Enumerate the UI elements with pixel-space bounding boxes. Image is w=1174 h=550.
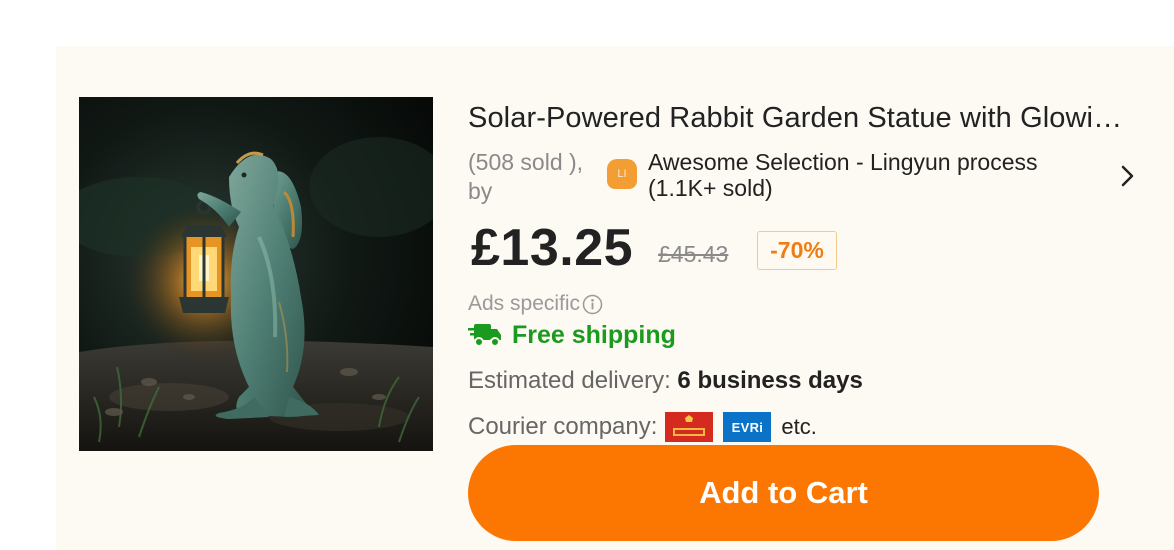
product-title[interactable]: Solar-Powered Rabbit Garden Statue with … <box>468 102 1140 135</box>
estimated-delivery: Estimated delivery: 6 business days <box>468 367 863 395</box>
courier-label: Courier company: <box>468 413 658 440</box>
ads-specific-label: Ads specific <box>468 292 581 315</box>
royal-mail-logo <box>665 412 714 442</box>
delivery-value: 6 business days <box>677 367 863 394</box>
add-to-cart-button[interactable]: Add to Cart <box>468 445 1099 541</box>
product-image[interactable] <box>79 97 433 451</box>
ads-specific[interactable]: Ads specific <box>468 292 603 316</box>
discount-badge: -70% <box>757 231 837 270</box>
free-shipping-label: Free shipping <box>512 320 676 349</box>
delivery-label: Estimated delivery: <box>468 367 671 394</box>
original-price: £45.43 <box>658 241 729 267</box>
store-name[interactable]: Awesome Selection - Lingyun process (1.1… <box>648 149 1108 201</box>
store-avatar[interactable]: LI <box>607 159 637 189</box>
courier-etc: etc. <box>781 414 817 439</box>
evri-logo: EVRi <box>723 412 772 442</box>
sold-count: (508 sold ), by <box>468 149 584 204</box>
free-shipping: Free shipping <box>468 320 676 350</box>
chevron-right-icon[interactable] <box>1118 163 1138 189</box>
current-price: £13.25 <box>471 219 634 277</box>
info-icon[interactable] <box>582 294 603 315</box>
courier-company: Courier company: EVRi etc. <box>468 412 817 442</box>
truck-icon <box>468 324 501 347</box>
